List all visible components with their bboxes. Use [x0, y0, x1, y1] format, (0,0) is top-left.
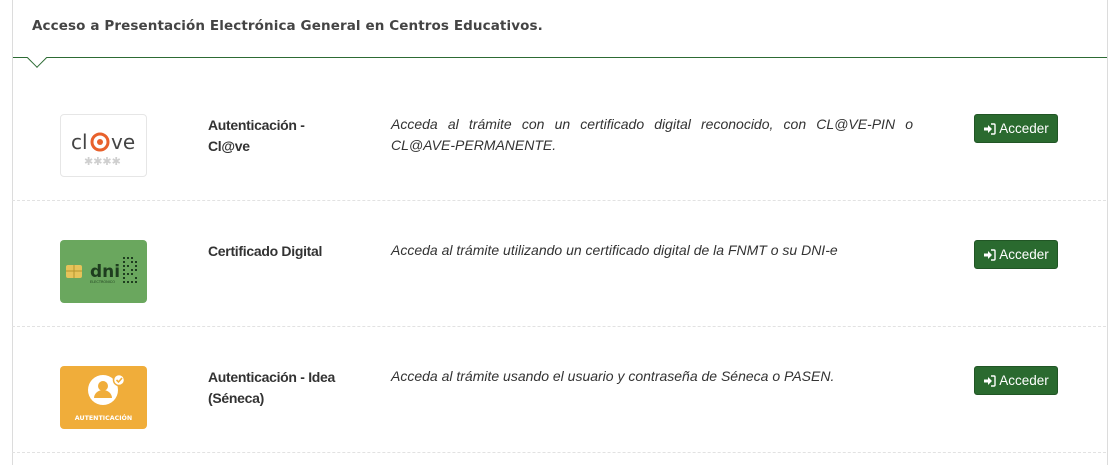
acceder-button-certificado[interactable]: Acceder	[974, 240, 1058, 269]
panel-title: Acceso a Presentación Electrónica Genera…	[32, 18, 543, 34]
method-description: Acceda al trámite usando el usuario y co…	[391, 368, 835, 384]
sign-in-icon	[984, 248, 996, 261]
method-row-clave: cl ve ✱✱✱✱ Autenticación - Cl@ve Acceda …	[12, 75, 1106, 201]
method-name: Autenticación - Cl@ve	[208, 117, 305, 154]
method-name: Autenticación - Idea (Séneca)	[208, 369, 336, 406]
button-label: Acceder	[999, 373, 1049, 388]
acceder-button-idea[interactable]: Acceder	[974, 366, 1058, 395]
method-name: Certificado Digital	[208, 243, 323, 259]
idea-logo: AUTENTICACIÓN	[60, 366, 147, 429]
sign-in-icon	[984, 374, 996, 387]
svg-text:AUTENTICACIÓN: AUTENTICACIÓN	[75, 413, 132, 422]
header-caret	[27, 48, 47, 68]
button-label: Acceder	[999, 247, 1049, 262]
button-label: Acceder	[999, 121, 1049, 136]
method-row-certificado: dni ELECTRÓNICO Certificado Digital Acce…	[12, 201, 1106, 327]
svg-text:cl: cl	[71, 130, 88, 154]
svg-text:✱✱✱✱: ✱✱✱✱	[84, 155, 121, 168]
svg-text:ELECTRÓNICO: ELECTRÓNICO	[90, 279, 115, 284]
dni-logo: dni ELECTRÓNICO	[60, 240, 147, 303]
sign-in-icon	[984, 122, 996, 135]
method-row-idea: AUTENTICACIÓN Autenticación - Idea (Séne…	[12, 327, 1106, 453]
method-description: Acceda al trámite con un certificado dig…	[391, 116, 913, 153]
method-description: Acceda al trámite utilizando un certific…	[391, 242, 838, 258]
panel-header: Acceso a Presentación Electrónica Genera…	[13, 0, 1107, 68]
acceder-button-clave[interactable]: Acceder	[974, 114, 1058, 143]
svg-text:ve: ve	[111, 130, 135, 154]
svg-text:dni: dni	[90, 262, 120, 282]
clave-logo: cl ve ✱✱✱✱	[60, 114, 147, 177]
